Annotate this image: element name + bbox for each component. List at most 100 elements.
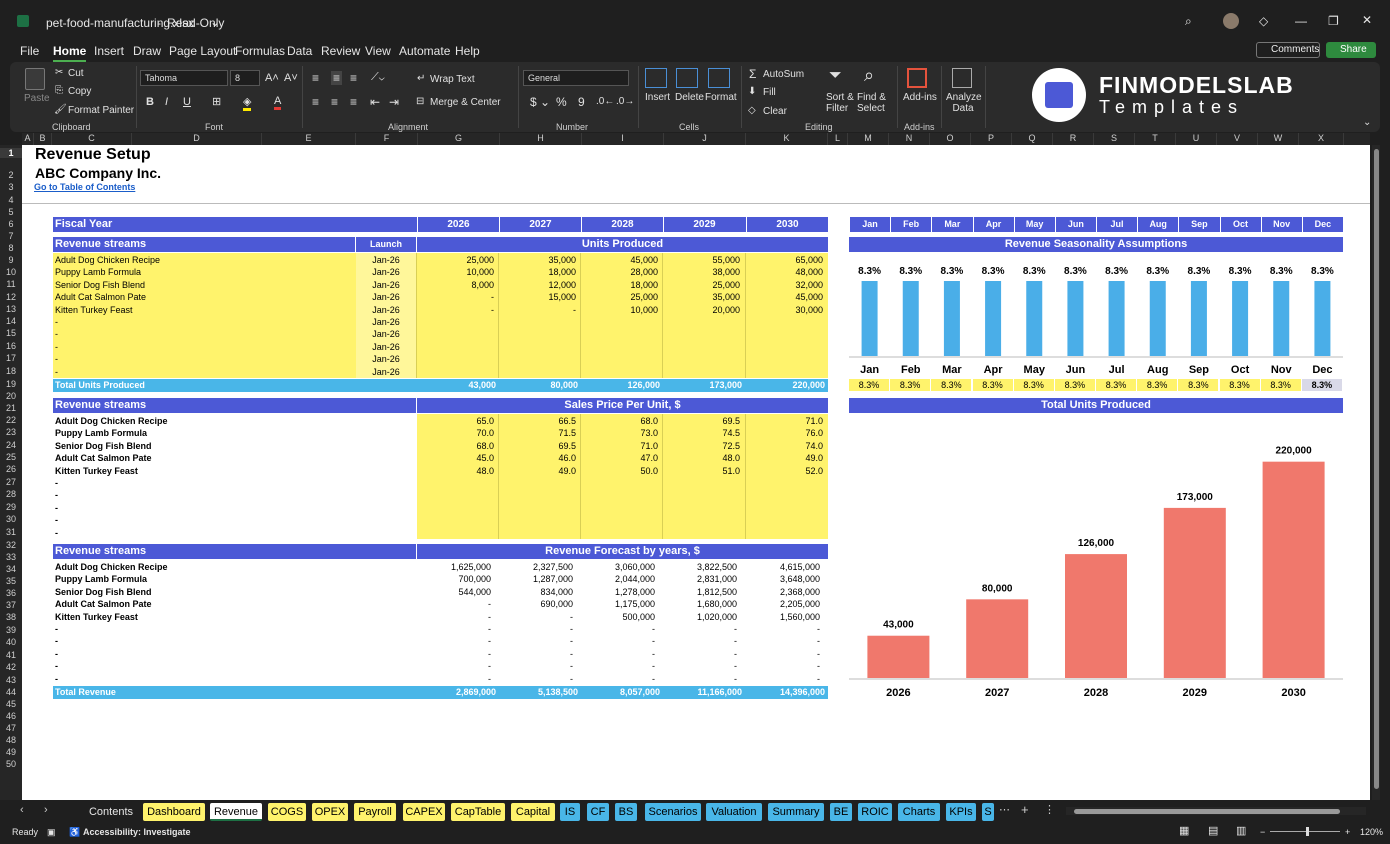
underline-button[interactable]: U — [183, 96, 191, 108]
units-value[interactable]: 18,000 — [581, 279, 658, 291]
analyze-data-icon[interactable] — [952, 68, 972, 88]
row-header[interactable]: 40 — [0, 637, 22, 647]
column-header[interactable]: V — [1217, 133, 1258, 145]
price-value[interactable] — [581, 477, 658, 489]
column-header[interactable]: S — [1094, 133, 1135, 145]
row-header[interactable]: 6 — [0, 219, 22, 229]
tab-capex[interactable]: CAPEX — [403, 803, 445, 821]
units-stream-name[interactable]: - — [55, 353, 58, 365]
comments-button[interactable]: Comments — [1256, 42, 1320, 58]
revenue-value[interactable]: 544,000 — [417, 586, 491, 598]
fill-color-icon[interactable]: ◈ — [243, 95, 252, 111]
units-stream-name[interactable]: Adult Dog Chicken Recipe — [55, 254, 160, 266]
units-value[interactable] — [581, 328, 658, 340]
revenue-value[interactable]: - — [746, 673, 820, 685]
price-value[interactable] — [663, 489, 740, 501]
revenue-value[interactable]: 1,278,000 — [581, 586, 655, 598]
price-value[interactable] — [746, 489, 823, 501]
column-header[interactable]: P — [971, 133, 1012, 145]
row-header[interactable]: 19 — [0, 379, 22, 389]
number-format-select[interactable]: General — [523, 70, 629, 86]
seasonality-value[interactable]: 8.3% — [1260, 379, 1301, 391]
units-stream-name[interactable]: Adult Cat Salmon Pate — [55, 291, 146, 303]
units-value[interactable]: 28,000 — [581, 266, 658, 278]
menu-help[interactable]: Help — [455, 44, 480, 58]
toc-link[interactable]: Go to Table of Contents — [34, 182, 135, 192]
price-value[interactable] — [746, 502, 823, 514]
price-value[interactable]: 73.0 — [581, 427, 658, 439]
collapse-ribbon-icon[interactable]: ⌄ — [1363, 117, 1371, 128]
price-value[interactable] — [499, 489, 576, 501]
price-value[interactable] — [499, 514, 576, 526]
price-value[interactable] — [417, 514, 494, 526]
units-value[interactable]: - — [417, 291, 494, 303]
addins-button[interactable]: Add-ins — [903, 92, 937, 103]
units-stream-name[interactable]: - — [55, 341, 58, 353]
revenue-value[interactable]: 3,822,500 — [663, 561, 737, 573]
menu-home[interactable]: Home — [53, 44, 87, 62]
revenue-value[interactable]: - — [499, 611, 573, 623]
column-header[interactable]: Q — [1012, 133, 1053, 145]
menu-automate[interactable]: Automate — [399, 44, 450, 58]
units-value[interactable] — [417, 341, 494, 353]
units-value[interactable]: 32,000 — [746, 279, 823, 291]
units-value[interactable] — [663, 328, 740, 340]
menu-formulas[interactable]: Formulas — [235, 44, 285, 58]
price-value[interactable]: 69.5 — [663, 415, 740, 427]
row-header[interactable]: 39 — [0, 625, 22, 635]
row-header[interactable]: 31 — [0, 527, 22, 537]
revenue-value[interactable]: 690,000 — [499, 598, 573, 610]
units-value[interactable] — [581, 366, 658, 378]
launch-date[interactable]: Jan-26 — [356, 328, 416, 340]
revenue-value[interactable]: 3,648,000 — [746, 573, 820, 585]
align-middle-icon[interactable]: ≡ — [331, 71, 343, 85]
revenue-value[interactable]: - — [499, 635, 573, 647]
column-header[interactable]: H — [500, 133, 582, 145]
bold-button[interactable]: B — [146, 96, 154, 108]
tab-valuation[interactable]: Valuation — [706, 803, 762, 821]
row-header[interactable]: 28 — [0, 489, 22, 499]
delete-cells-button[interactable]: Delete — [675, 92, 704, 103]
row-header[interactable]: 50 — [0, 759, 22, 769]
merge-center-button[interactable]: Merge & Center — [430, 97, 501, 108]
chevron-down-icon[interactable]: ⌄ — [210, 15, 220, 29]
tab-s[interactable]: S — [982, 803, 994, 821]
price-value[interactable] — [581, 514, 658, 526]
indent-decrease-icon[interactable]: ⇤ — [370, 95, 380, 109]
revenue-value[interactable]: 2,327,500 — [499, 561, 573, 573]
revenue-value[interactable]: 1,175,000 — [581, 598, 655, 610]
price-value[interactable] — [417, 477, 494, 489]
units-value[interactable] — [663, 353, 740, 365]
tab-charts[interactable]: Charts — [898, 803, 940, 821]
units-value[interactable]: 30,000 — [746, 304, 823, 316]
tab-summary[interactable]: Summary — [768, 803, 824, 821]
price-value[interactable]: 70.0 — [417, 427, 494, 439]
price-value[interactable]: 48.0 — [663, 452, 740, 464]
comma-icon[interactable]: 9 — [578, 95, 585, 109]
row-header[interactable]: 14 — [0, 316, 22, 326]
revenue-value[interactable]: - — [581, 648, 655, 660]
row-header[interactable]: 12 — [0, 292, 22, 302]
units-value[interactable]: 48,000 — [746, 266, 823, 278]
menu-file[interactable]: File — [20, 44, 39, 58]
units-value[interactable] — [499, 341, 576, 353]
revenue-value[interactable]: - — [746, 635, 820, 647]
wrap-text-button[interactable]: Wrap Text — [430, 74, 475, 85]
column-header[interactable]: W — [1258, 133, 1299, 145]
normal-view-icon[interactable]: ▦ — [1179, 824, 1189, 837]
revenue-value[interactable]: - — [581, 623, 655, 635]
price-value[interactable] — [663, 477, 740, 489]
macro-icon[interactable]: ▣ — [47, 827, 56, 838]
worksheet[interactable]: Revenue Setup ABC Company Inc. Go to Tab… — [22, 145, 1370, 800]
revenue-value[interactable]: - — [417, 623, 491, 635]
restore-icon[interactable]: ❐ — [1328, 14, 1339, 28]
units-value[interactable] — [746, 316, 823, 328]
row-header[interactable]: 47 — [0, 723, 22, 733]
row-header[interactable]: 46 — [0, 711, 22, 721]
seasonality-value[interactable]: 8.3% — [890, 379, 931, 391]
column-header[interactable]: J — [664, 133, 746, 145]
row-header[interactable]: 1 — [0, 148, 22, 158]
price-value[interactable]: 69.5 — [499, 440, 576, 452]
price-value[interactable]: 47.0 — [581, 452, 658, 464]
tab-dashboard[interactable]: Dashboard — [143, 803, 205, 821]
